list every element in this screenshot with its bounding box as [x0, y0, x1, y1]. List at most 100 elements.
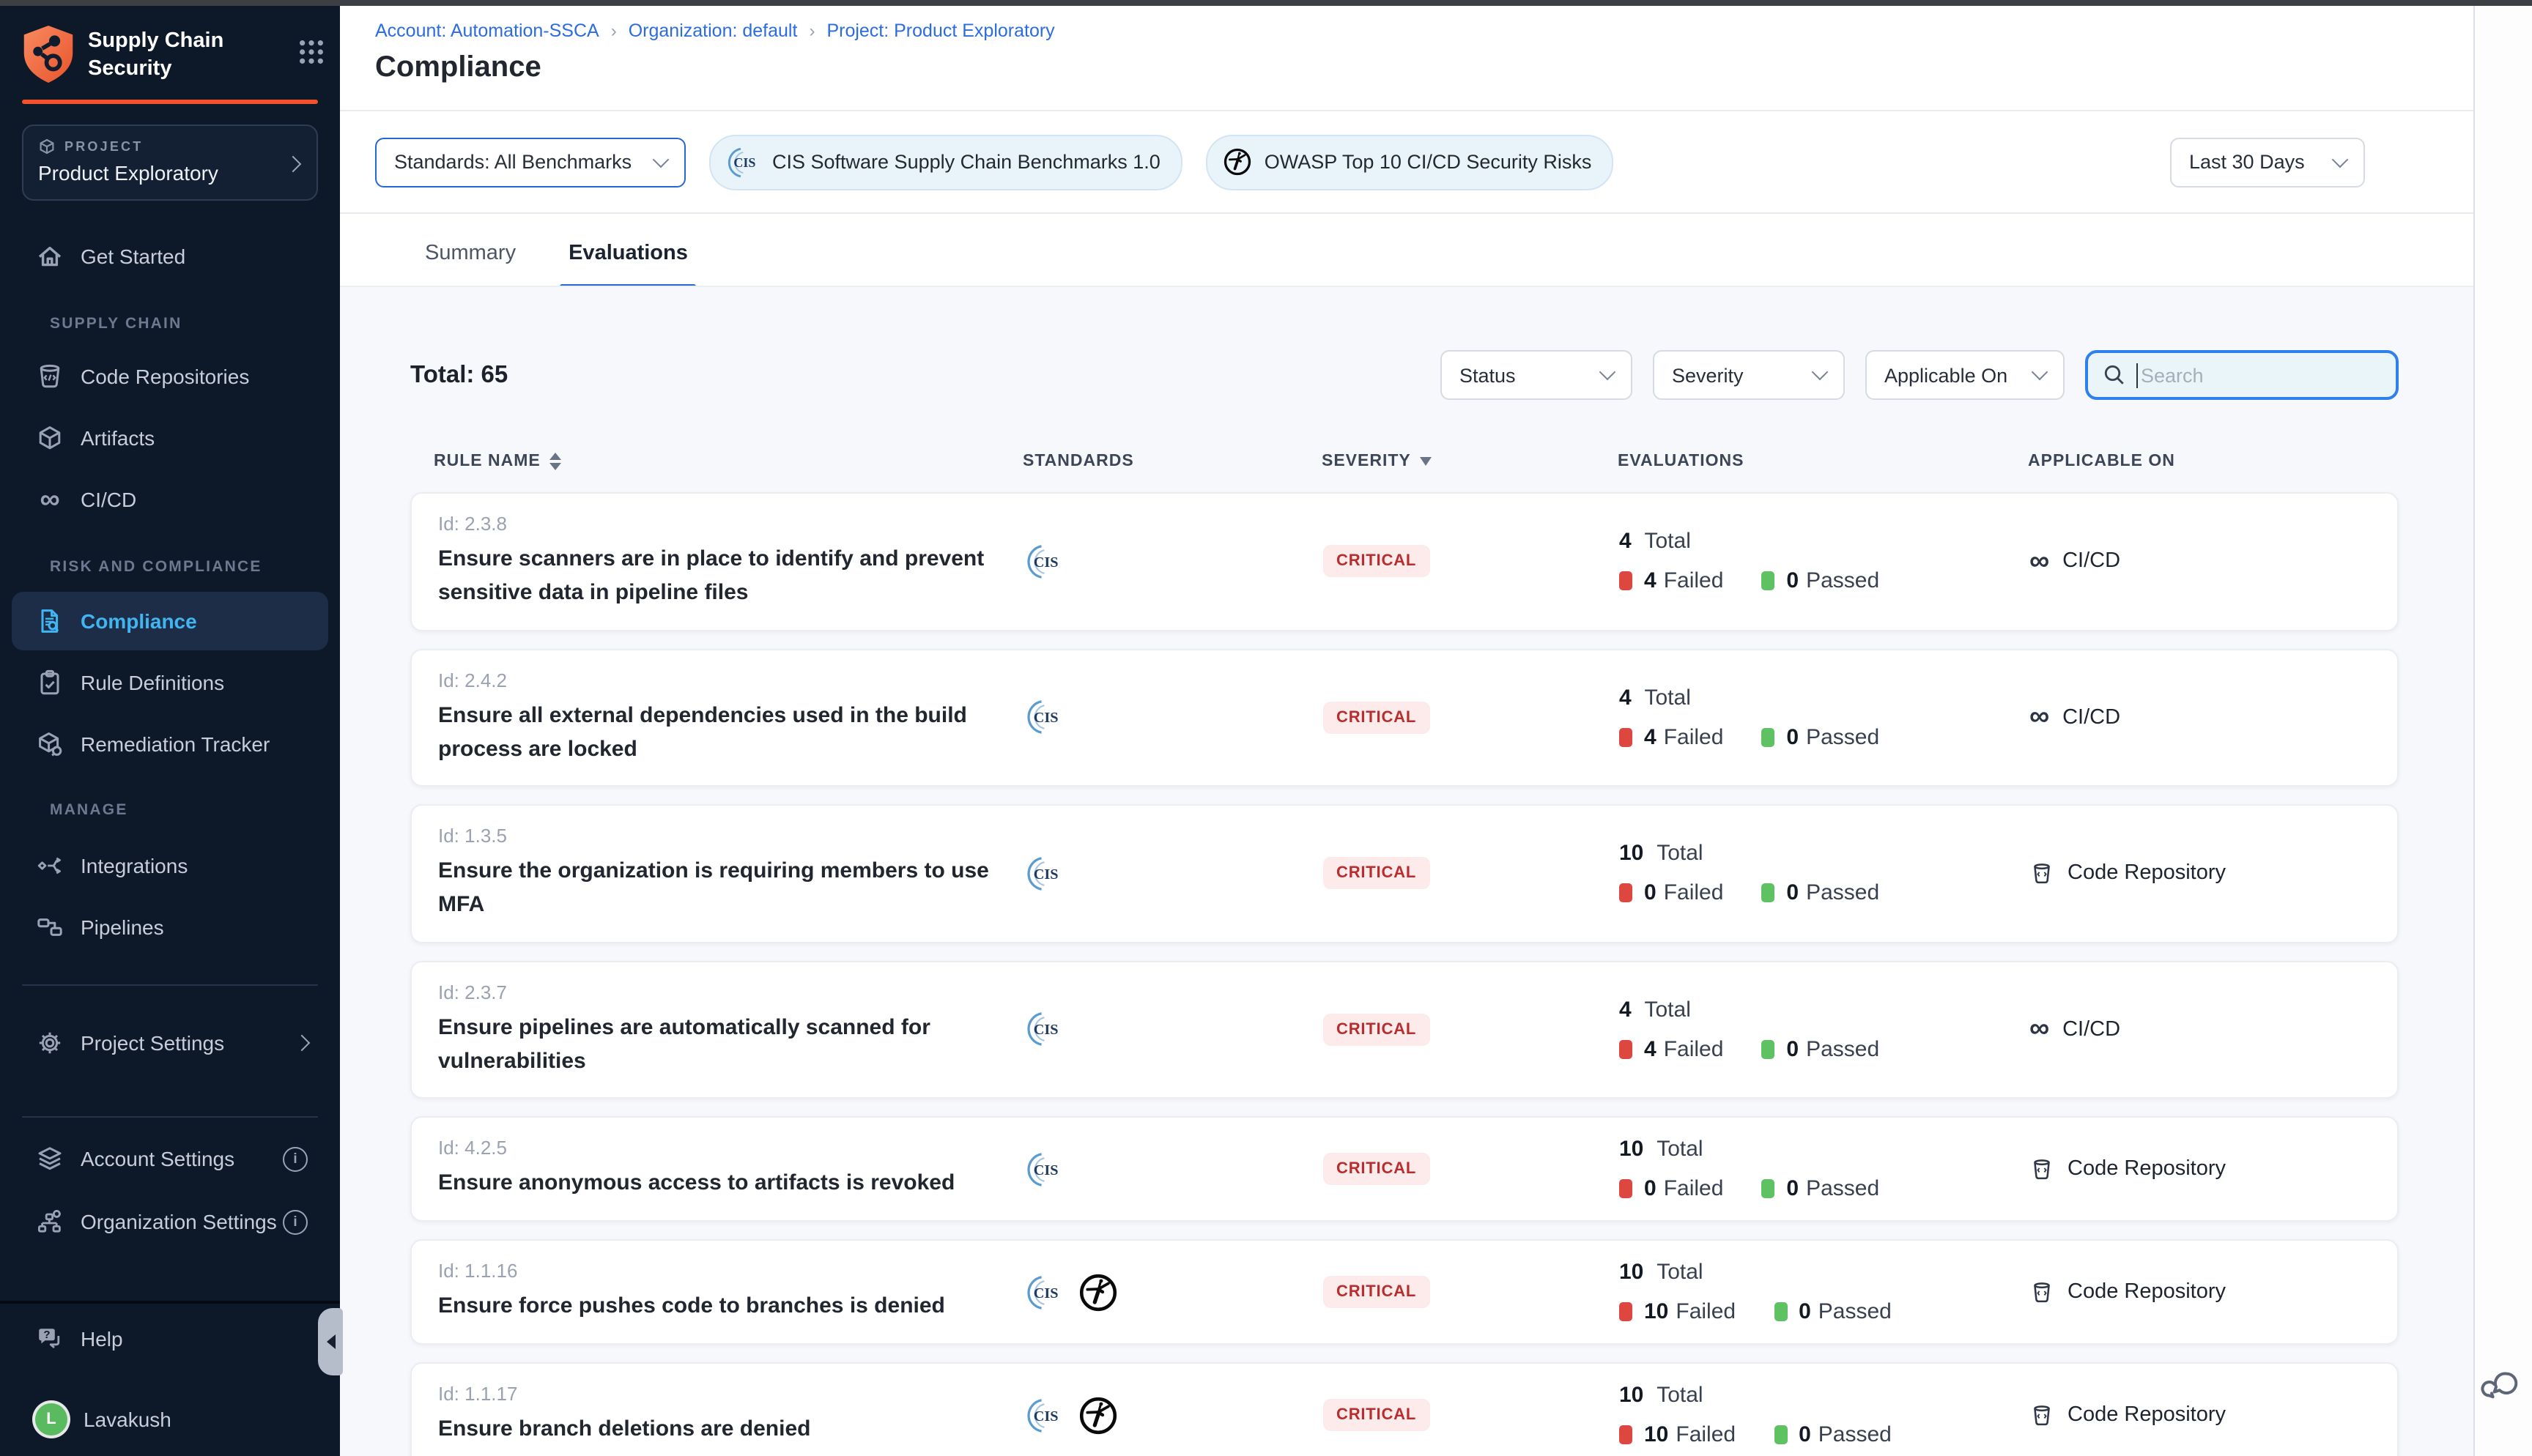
- column-header-rule-name[interactable]: RULE NAME: [410, 453, 1023, 470]
- column-header-severity[interactable]: SEVERITY: [1322, 453, 1618, 470]
- sidebar-item-label: Organization Settings: [81, 1210, 277, 1233]
- table-row[interactable]: Id: 1.1.16 Ensure force pushes code to b…: [410, 1239, 2399, 1345]
- table-row[interactable]: Id: 1.1.17 Ensure branch deletions are d…: [410, 1362, 2399, 1456]
- evaluations-cell: 4 Total 4Failed 0Passed: [1619, 998, 2029, 1062]
- info-icon[interactable]: i: [283, 1146, 308, 1171]
- table-toolbar: Total: 65 Status Severity Applicable On: [410, 350, 2399, 400]
- severity-badge: CRITICAL: [1323, 702, 1429, 734]
- passed-indicator: [1761, 884, 1774, 903]
- rule-id: Id: 2.3.7: [438, 981, 1010, 1003]
- sidebar-user-menu[interactable]: L Lavakush: [12, 1390, 328, 1449]
- owasp-chip[interactable]: OWASP Top 10 CI/CD Security Risks: [1206, 134, 1614, 190]
- applicable-on-cell: ∞ CI/CD: [2029, 1016, 2397, 1044]
- status-filter-select[interactable]: Status: [1440, 350, 1632, 400]
- cis-standard-icon: CIS: [1024, 1010, 1064, 1050]
- sort-desc-icon[interactable]: [1420, 457, 1432, 466]
- cicd-icon: ∞: [2029, 1016, 2049, 1044]
- chat-support-button[interactable]: [2481, 1365, 2525, 1409]
- sidebar-item-rule-definitions[interactable]: Rule Definitions: [12, 653, 328, 712]
- svg-text:CIS: CIS: [1034, 1022, 1059, 1038]
- sidebar-item-label: Integrations: [81, 854, 188, 877]
- failed-indicator: [1619, 728, 1632, 747]
- sidebar-item-account-settings[interactable]: Account Settings i: [12, 1129, 328, 1188]
- date-range-select[interactable]: Last 30 Days: [2170, 137, 2365, 187]
- app-grid-icon[interactable]: [297, 38, 325, 66]
- tab-bar: Summary Evaluations: [340, 214, 2473, 291]
- table-row[interactable]: Id: 2.3.8 Ensure scanners are in place t…: [410, 492, 2399, 631]
- project-name: Product Exploratory: [38, 161, 302, 185]
- sidebar-item-remediation-tracker[interactable]: Remediation Tracker: [12, 715, 328, 773]
- sidebar-item-pipelines[interactable]: Pipelines: [12, 898, 328, 957]
- project-selector[interactable]: PROJECT Product Exploratory: [22, 125, 318, 201]
- sidebar-item-project-settings[interactable]: Project Settings: [12, 1014, 328, 1072]
- cis-benchmark-chip[interactable]: CIS CIS Software Supply Chain Benchmarks…: [709, 134, 1182, 190]
- breadcrumb-project-link[interactable]: Project: Product Exploratory: [826, 21, 1054, 41]
- sidebar-collapse-handle[interactable]: [318, 1308, 343, 1375]
- passed-indicator: [1761, 1040, 1774, 1059]
- box-wrench-icon: [35, 729, 64, 759]
- project-box-icon: [38, 138, 56, 155]
- rule-id: Id: 4.2.5: [438, 1137, 1010, 1159]
- applicable-on-cell: Code Repository: [2029, 861, 2397, 886]
- sidebar-section-risk-and-compliance: RISK AND COMPLIANCE: [50, 558, 262, 576]
- severity-badge: CRITICAL: [1323, 1276, 1429, 1308]
- tab-summary[interactable]: Summary: [422, 214, 519, 291]
- evaluations-cell: 10 Total 10Failed 0Passed: [1619, 1383, 2029, 1447]
- passed-indicator: [1774, 1302, 1787, 1321]
- table-row[interactable]: Id: 2.3.7 Ensure pipelines are automatic…: [410, 960, 2399, 1099]
- evaluations-cell: 10 Total 10Failed 0Passed: [1619, 1260, 2029, 1324]
- sidebar-item-code-repositories[interactable]: Code Repositories: [12, 347, 328, 406]
- rule-name: Ensure force pushes code to branches is …: [438, 1290, 1010, 1324]
- sidebar-item-label: Code Repositories: [81, 365, 249, 388]
- code-repository-icon: [2029, 1156, 2054, 1181]
- sidebar-item-help[interactable]: ? Help: [12, 1310, 328, 1368]
- column-header-standards: STANDARDS: [1023, 453, 1322, 470]
- sidebar-item-get-started[interactable]: Get Started: [12, 227, 328, 286]
- sidebar-item-label: Account Settings: [81, 1147, 234, 1170]
- breadcrumb-separator: ›: [809, 21, 815, 41]
- severity-badge: CRITICAL: [1323, 1014, 1429, 1046]
- rule-name: Ensure pipelines are automatically scann…: [438, 1010, 1010, 1078]
- breadcrumb-organization-link[interactable]: Organization: default: [629, 21, 798, 41]
- search-icon: [2103, 363, 2126, 387]
- sidebar-item-label: Pipelines: [81, 915, 164, 939]
- sort-icon[interactable]: [549, 453, 561, 470]
- cis-standard-icon: CIS: [1024, 698, 1064, 738]
- search-input[interactable]: [2138, 363, 2381, 387]
- applicable-on-filter-select[interactable]: Applicable On: [1865, 350, 2065, 400]
- cis-standard-icon: CIS: [1024, 1149, 1064, 1189]
- rule-name: Ensure the organization is requiring mem…: [438, 854, 1010, 922]
- code-repository-icon: [2029, 1279, 2054, 1304]
- table-row[interactable]: Id: 1.3.5 Ensure the organization is req…: [410, 804, 2399, 943]
- cicd-icon: ∞: [2029, 548, 2049, 576]
- table-row[interactable]: Id: 2.4.2 Ensure all external dependenci…: [410, 648, 2399, 787]
- window-top-strip: [0, 0, 2532, 6]
- sidebar-item-integrations[interactable]: Integrations: [12, 836, 328, 895]
- breadcrumb-separator: ›: [611, 21, 617, 41]
- chevron-right-icon: [294, 1035, 311, 1052]
- page-title: Compliance: [375, 51, 541, 85]
- severity-filter-select[interactable]: Severity: [1653, 350, 1845, 400]
- sidebar-item-cicd[interactable]: ∞ CI/CD: [12, 470, 328, 529]
- rule-name: Ensure scanners are in place to identify…: [438, 542, 1010, 610]
- sidebar-item-artifacts[interactable]: Artifacts: [12, 409, 328, 467]
- passed-indicator: [1774, 1425, 1787, 1444]
- breadcrumb-account-link[interactable]: Account: Automation-SSCA: [375, 21, 599, 41]
- cicd-icon: ∞: [2029, 704, 2049, 732]
- standards-filter-select[interactable]: Standards: All Benchmarks: [375, 137, 686, 187]
- pipelines-icon: [35, 913, 64, 942]
- code-repository-icon: [2029, 861, 2054, 886]
- info-icon[interactable]: i: [283, 1209, 308, 1234]
- tab-evaluations[interactable]: Evaluations: [566, 214, 691, 291]
- layers-icon: [35, 1144, 64, 1173]
- search-box: [2085, 350, 2399, 400]
- cis-standard-icon: CIS: [1024, 1395, 1064, 1435]
- severity-badge: CRITICAL: [1323, 1399, 1429, 1431]
- svg-text:CIS: CIS: [1034, 1162, 1059, 1178]
- table-row[interactable]: Id: 4.2.5 Ensure anonymous access to art…: [410, 1116, 2399, 1222]
- sidebar-item-compliance[interactable]: Compliance: [12, 592, 328, 650]
- integrations-icon: [35, 851, 64, 880]
- rule-rows: Id: 2.3.8 Ensure scanners are in place t…: [410, 492, 2399, 1456]
- sidebar-item-organization-settings[interactable]: Organization Settings i: [12, 1192, 328, 1251]
- sidebar-section-manage: MANAGE: [50, 801, 128, 819]
